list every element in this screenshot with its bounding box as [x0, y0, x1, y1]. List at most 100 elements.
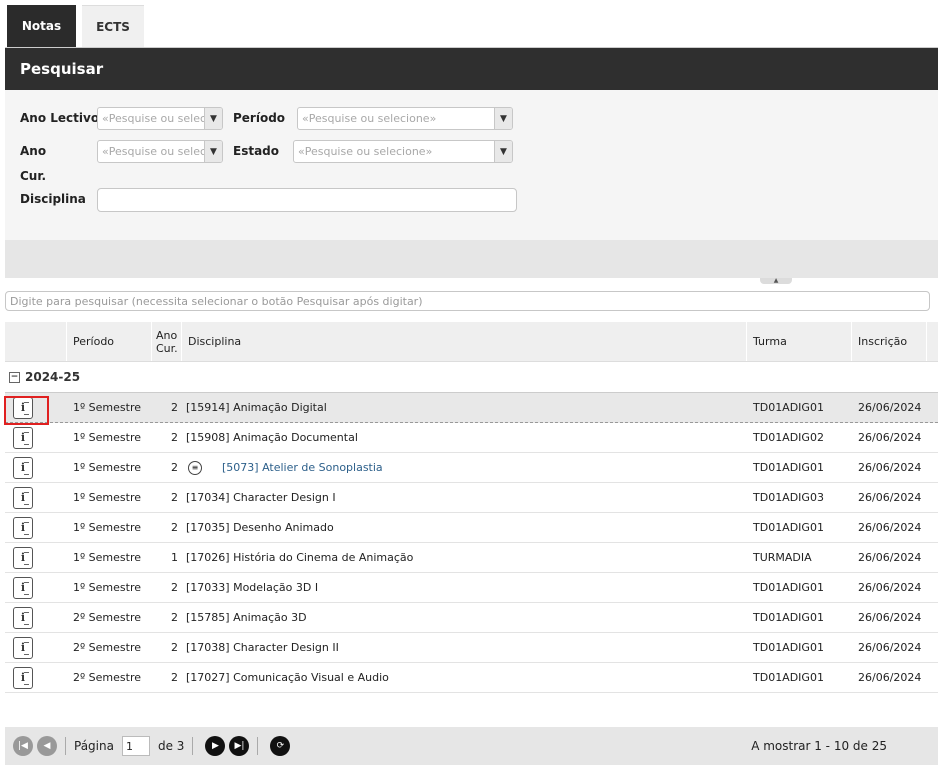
cell-disciplina: [17026] História do Cinema de Animação	[182, 551, 747, 564]
cell-ano: 2	[171, 461, 178, 474]
table-row[interactable]: i 1º Semestre 1 [17026] História do Cinema …	[5, 543, 938, 573]
group-row[interactable]: − 2024-25	[5, 362, 938, 393]
group-label: 2024-25	[25, 370, 81, 384]
cell-turma: TURMADIA	[753, 551, 812, 564]
table-row[interactable]: i 1º Semestre 2 [15908] Animação Documental…	[5, 423, 938, 453]
first-page-icon[interactable]: |◀	[13, 736, 33, 756]
info-document-icon[interactable]: i	[13, 606, 33, 629]
cell-periodo: 1º Semestre	[73, 401, 142, 414]
search-panel-footer	[5, 240, 938, 278]
cell-inscricao: 26/06/2024	[858, 431, 922, 444]
disciplina-label: Disciplina	[20, 192, 86, 206]
disciplina-text: [17033] Modelação 3D I	[186, 581, 319, 594]
cell-disciplina: [15785] Animação 3D	[182, 611, 747, 624]
table-row[interactable]: i 1º Semestre 2 ≡ [5073] Atelier de Sonoplas…	[5, 453, 938, 483]
info-document-icon[interactable]: i	[13, 456, 33, 479]
search-panel-title[interactable]: Pesquisar	[5, 48, 938, 90]
cell-ano: 2	[171, 671, 178, 684]
refresh-icon[interactable]: ⟳	[270, 736, 291, 756]
cell-ano: 2	[171, 581, 178, 594]
cell-turma: TD01ADIG01	[753, 671, 824, 684]
page-count: de 3	[157, 739, 185, 753]
ano-cur-select[interactable]: «Pesquise ou selec ▼	[97, 140, 223, 163]
disciplina-text: [17035] Desenho Animado	[186, 521, 334, 534]
cell-ano: 2	[171, 611, 178, 624]
table-row[interactable]: i 2º Semestre 2 [17027] Comunicação Visual …	[5, 663, 938, 693]
grid-body: i 1º Semestre 2 [15914] Animação Digital TD0…	[4, 393, 938, 693]
cell-inscricao: 26/06/2024	[858, 641, 922, 654]
info-document-icon[interactable]: i	[13, 426, 33, 449]
chevron-down-icon[interactable]: ▼	[204, 108, 222, 129]
cell-disciplina: [17035] Desenho Animado	[182, 521, 747, 534]
next-page-icon[interactable]: ▶	[205, 736, 226, 756]
info-document-icon[interactable]: i	[13, 636, 33, 659]
collapse-handle[interactable]: ▲	[760, 278, 792, 284]
info-document-icon[interactable]: i	[13, 516, 33, 539]
cell-ano: 2	[171, 641, 178, 654]
cell-periodo: 1º Semestre	[73, 581, 142, 594]
table-row[interactable]: i 1º Semestre 2 [17033] Modelação 3D I TD01A…	[5, 573, 938, 603]
tab-notas[interactable]: Notas	[7, 5, 76, 47]
column-header-ano: Ano	[156, 328, 178, 342]
previous-page-icon[interactable]: ◀	[37, 736, 57, 756]
last-page-icon[interactable]: ▶|	[229, 736, 250, 756]
info-document-icon[interactable]: i	[13, 486, 33, 509]
disciplina-text: [17034] Character Design I	[186, 491, 336, 504]
column-header-turma[interactable]: Turma	[747, 322, 852, 361]
cell-disciplina: [17027] Comunicação Visual e Audio	[182, 671, 747, 684]
column-header-ano-cur[interactable]: Ano Cur.	[152, 322, 182, 361]
periodo-select[interactable]: «Pesquise ou selecione» ▼	[297, 107, 513, 130]
cell-inscricao: 26/06/2024	[858, 461, 922, 474]
cell-ano: 2	[171, 491, 178, 504]
cell-periodo: 2º Semestre	[73, 611, 142, 624]
table-row[interactable]: i 2º Semestre 2 [15785] Animação 3D TD01ADIG…	[5, 603, 938, 633]
cell-periodo: 1º Semestre	[73, 521, 142, 534]
row-icon-cell: i	[5, 603, 67, 632]
cell-disciplina: [17034] Character Design I	[182, 491, 747, 504]
separator	[257, 737, 259, 755]
ano-lectivo-select[interactable]: «Pesquise ou selec ▼	[97, 107, 223, 130]
disciplina-text: [17026] História do Cinema de Animação	[186, 551, 414, 564]
chevron-down-icon[interactable]: ▼	[204, 141, 222, 162]
cell-disciplina: [15908] Animação Documental	[182, 431, 747, 444]
table-row[interactable]: i 1º Semestre 2 [17035] Desenho Animado TD01…	[5, 513, 938, 543]
cell-turma: TD01ADIG01	[753, 611, 824, 624]
column-header-icon	[5, 322, 67, 361]
search-panel: Pesquisar Ano Lectivo «Pesquise ou selec…	[5, 47, 938, 278]
cell-disciplina: ≡ [5073] Atelier de Sonoplastia	[182, 460, 747, 475]
grid-filter-input[interactable]: Digite para pesquisar (necessita selecio…	[5, 291, 930, 311]
disciplina-text: [17027] Comunicação Visual e Audio	[186, 671, 389, 684]
disciplina-link[interactable]: [5073] Atelier de Sonoplastia	[222, 461, 383, 474]
row-icon-cell: i	[5, 573, 67, 602]
cell-periodo: 1º Semestre	[73, 461, 142, 474]
info-document-icon[interactable]: i	[13, 576, 33, 599]
cell-inscricao: 26/06/2024	[858, 671, 922, 684]
table-row[interactable]: i 1º Semestre 2 [17034] Character Design I T…	[5, 483, 938, 513]
chevron-down-icon[interactable]: ▼	[494, 108, 512, 129]
column-header-inscricao[interactable]: Inscrição	[852, 322, 927, 361]
cell-disciplina: [15914] Animação Digital	[182, 401, 747, 414]
row-icon-cell: i	[5, 663, 67, 692]
table-row[interactable]: i 2º Semestre 2 [17038] Character Design II…	[5, 633, 938, 663]
cell-ano: 2	[171, 521, 178, 534]
row-icon-cell: i	[5, 633, 67, 662]
cur-label: Cur.	[20, 169, 47, 183]
chevron-down-icon[interactable]: ▼	[494, 141, 512, 162]
list-icon[interactable]: ≡	[188, 460, 202, 475]
pagination-bar: |◀ ◀ Página 1 de 3 ▶ ▶| ⟳ A mostrar 1 - …	[5, 727, 938, 765]
tab-ects[interactable]: ECTS	[82, 5, 144, 48]
collapse-group-icon[interactable]: −	[9, 371, 20, 383]
cell-periodo: 1º Semestre	[73, 551, 142, 564]
cell-inscricao: 26/06/2024	[858, 611, 922, 624]
disciplina-text: [15785] Animação 3D	[186, 611, 307, 624]
disciplina-input[interactable]	[97, 188, 517, 212]
info-document-icon[interactable]: i	[13, 666, 33, 689]
page-number-input[interactable]: 1	[121, 736, 150, 756]
info-document-icon[interactable]: i	[13, 546, 33, 569]
column-header-disciplina[interactable]: Disciplina	[182, 322, 747, 361]
column-header-periodo[interactable]: Período	[67, 322, 152, 361]
estado-select[interactable]: «Pesquise ou selecione» ▼	[293, 140, 513, 163]
cell-periodo: 1º Semestre	[73, 431, 142, 444]
cell-inscricao: 26/06/2024	[858, 401, 922, 414]
table-row[interactable]: i 1º Semestre 2 [15914] Animação Digital TD0…	[4, 393, 938, 425]
